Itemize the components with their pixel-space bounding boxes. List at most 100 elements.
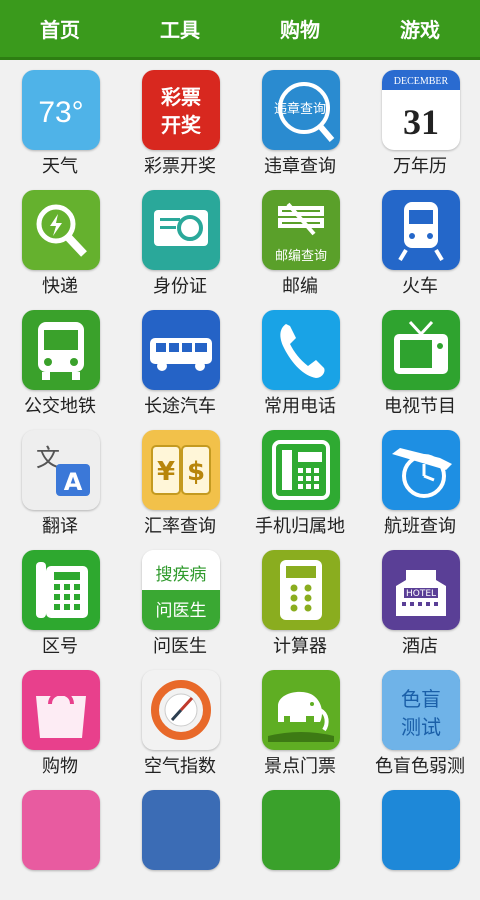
tab-games[interactable]: 游戏 xyxy=(360,0,480,57)
lottery-icon: 彩票 开奖 xyxy=(142,70,220,150)
calendar-icon: DECEMBER 31 xyxy=(382,70,460,150)
bus-icon xyxy=(22,310,100,390)
app-label: 空气指数 xyxy=(144,756,216,777)
app-phone[interactable]: 常用电话 xyxy=(240,300,360,420)
express-search-icon xyxy=(22,190,100,270)
app-label: 火车 xyxy=(402,276,438,297)
app-id-card[interactable]: 身份证 xyxy=(120,180,240,300)
app-doctor[interactable]: 搜疾病 问医生 问医生 xyxy=(120,540,240,660)
app-label: 违章查询 xyxy=(264,156,336,177)
app-label: 酒店 xyxy=(402,636,438,657)
app-label: 购物 xyxy=(42,756,78,777)
svg-text:色盲: 色盲 xyxy=(401,687,441,711)
svg-text:开奖: 开奖 xyxy=(161,113,202,137)
svg-text:A: A xyxy=(64,468,83,496)
partial-icon xyxy=(142,790,220,870)
tv-icon xyxy=(382,310,460,390)
postcode-icon: 邮编查询 xyxy=(262,190,340,270)
app-label: 色盲色弱测 xyxy=(375,756,465,777)
svg-text:¥: ¥ xyxy=(157,457,175,487)
translate-icon: 文A xyxy=(22,430,100,510)
flight-icon xyxy=(382,430,460,510)
app-label: 万年历 xyxy=(393,156,447,177)
app-label: 计算器 xyxy=(273,636,327,657)
app-shopping-bag[interactable]: 购物 xyxy=(0,660,120,780)
app-flight[interactable]: 航班查询 xyxy=(360,420,480,540)
app-tv[interactable]: 电视节目 xyxy=(360,300,480,420)
tab-home[interactable]: 首页 xyxy=(0,0,120,57)
app-color-test[interactable]: 色盲 测试 色盲色弱测 xyxy=(360,660,480,780)
app-label: 公交地铁 xyxy=(24,396,96,417)
app-hotel[interactable]: HOTEL 酒店 xyxy=(360,540,480,660)
app-label: 手机归属地 xyxy=(255,516,345,537)
app-label: 航班查询 xyxy=(384,516,456,537)
weather-icon: 73° xyxy=(22,70,100,150)
app-label: 景点门票 xyxy=(264,756,336,777)
app-desk-phone[interactable]: 区号 xyxy=(0,540,120,660)
tab-tools[interactable]: 工具 xyxy=(120,0,240,57)
traffic-violation-icon: 违章查询 xyxy=(262,70,340,150)
tab-shopping[interactable]: 购物 xyxy=(240,0,360,57)
svg-text:彩票: 彩票 xyxy=(160,85,201,109)
partial-icon xyxy=(382,790,460,870)
svg-text:$: $ xyxy=(187,457,205,487)
app-express-search[interactable]: 快递 xyxy=(0,180,120,300)
partial-icon xyxy=(262,790,340,870)
app-partial[interactable] xyxy=(0,780,120,900)
exchange-rate-icon: ¥ $ xyxy=(142,430,220,510)
app-partial[interactable] xyxy=(360,780,480,900)
app-partial[interactable] xyxy=(240,780,360,900)
doctor-icon: 搜疾病 问医生 xyxy=(142,550,220,630)
svg-text:搜疾病: 搜疾病 xyxy=(156,565,207,585)
color-test-icon: 色盲 测试 xyxy=(382,670,460,750)
app-label: 邮编 xyxy=(282,276,318,297)
elephant-icon xyxy=(262,670,340,750)
top-tab-bar: 首页 工具 购物 游戏 xyxy=(0,0,480,60)
app-landline-phone[interactable]: 手机归属地 xyxy=(240,420,360,540)
app-calendar[interactable]: DECEMBER 31 万年历 xyxy=(360,60,480,180)
partial-icon xyxy=(22,790,100,870)
calculator-icon xyxy=(262,550,340,630)
app-label: 电视节目 xyxy=(384,396,456,417)
svg-text:邮编查询: 邮编查询 xyxy=(275,249,327,264)
svg-text:HOTEL: HOTEL xyxy=(406,589,436,599)
app-label: 区号 xyxy=(42,636,78,657)
svg-text:测试: 测试 xyxy=(401,715,441,739)
app-label: 常用电话 xyxy=(264,396,336,417)
app-label: 汇率查询 xyxy=(144,516,216,537)
coach-icon xyxy=(142,310,220,390)
svg-text:问医生: 问医生 xyxy=(156,601,207,621)
app-air-index[interactable]: 空气指数 xyxy=(120,660,240,780)
app-bus[interactable]: 公交地铁 xyxy=(0,300,120,420)
app-elephant[interactable]: 景点门票 xyxy=(240,660,360,780)
svg-text:DECEMBER: DECEMBER xyxy=(394,76,449,87)
app-train[interactable]: 火车 xyxy=(360,180,480,300)
app-label: 翻译 xyxy=(42,516,78,537)
hotel-icon: HOTEL xyxy=(382,550,460,630)
svg-text:违章查询: 违章查询 xyxy=(274,101,326,117)
svg-text:73°: 73° xyxy=(38,96,83,129)
app-label: 问医生 xyxy=(153,636,207,657)
app-weather[interactable]: 73° 天气 xyxy=(0,60,120,180)
svg-text:31: 31 xyxy=(403,102,439,142)
app-label: 彩票开奖 xyxy=(144,156,216,177)
app-label: 天气 xyxy=(42,156,78,177)
train-icon xyxy=(382,190,460,270)
id-card-icon xyxy=(142,190,220,270)
app-lottery[interactable]: 彩票 开奖 彩票开奖 xyxy=(120,60,240,180)
app-label: 身份证 xyxy=(153,276,207,297)
app-label: 快递 xyxy=(42,276,78,297)
desk-phone-icon xyxy=(22,550,100,630)
air-index-icon xyxy=(142,670,220,750)
app-calculator[interactable]: 计算器 xyxy=(240,540,360,660)
landline-phone-icon xyxy=(262,430,340,510)
app-coach[interactable]: 长途汽车 xyxy=(120,300,240,420)
app-traffic-violation[interactable]: 违章查询 违章查询 xyxy=(240,60,360,180)
app-exchange-rate[interactable]: ¥ $ 汇率查询 xyxy=(120,420,240,540)
shopping-bag-icon xyxy=(22,670,100,750)
app-label: 长途汽车 xyxy=(144,396,216,417)
app-partial[interactable] xyxy=(120,780,240,900)
phone-icon xyxy=(262,310,340,390)
app-translate[interactable]: 文 A 翻译 xyxy=(0,420,120,540)
app-postcode[interactable]: 邮编查询 邮编 xyxy=(240,180,360,300)
